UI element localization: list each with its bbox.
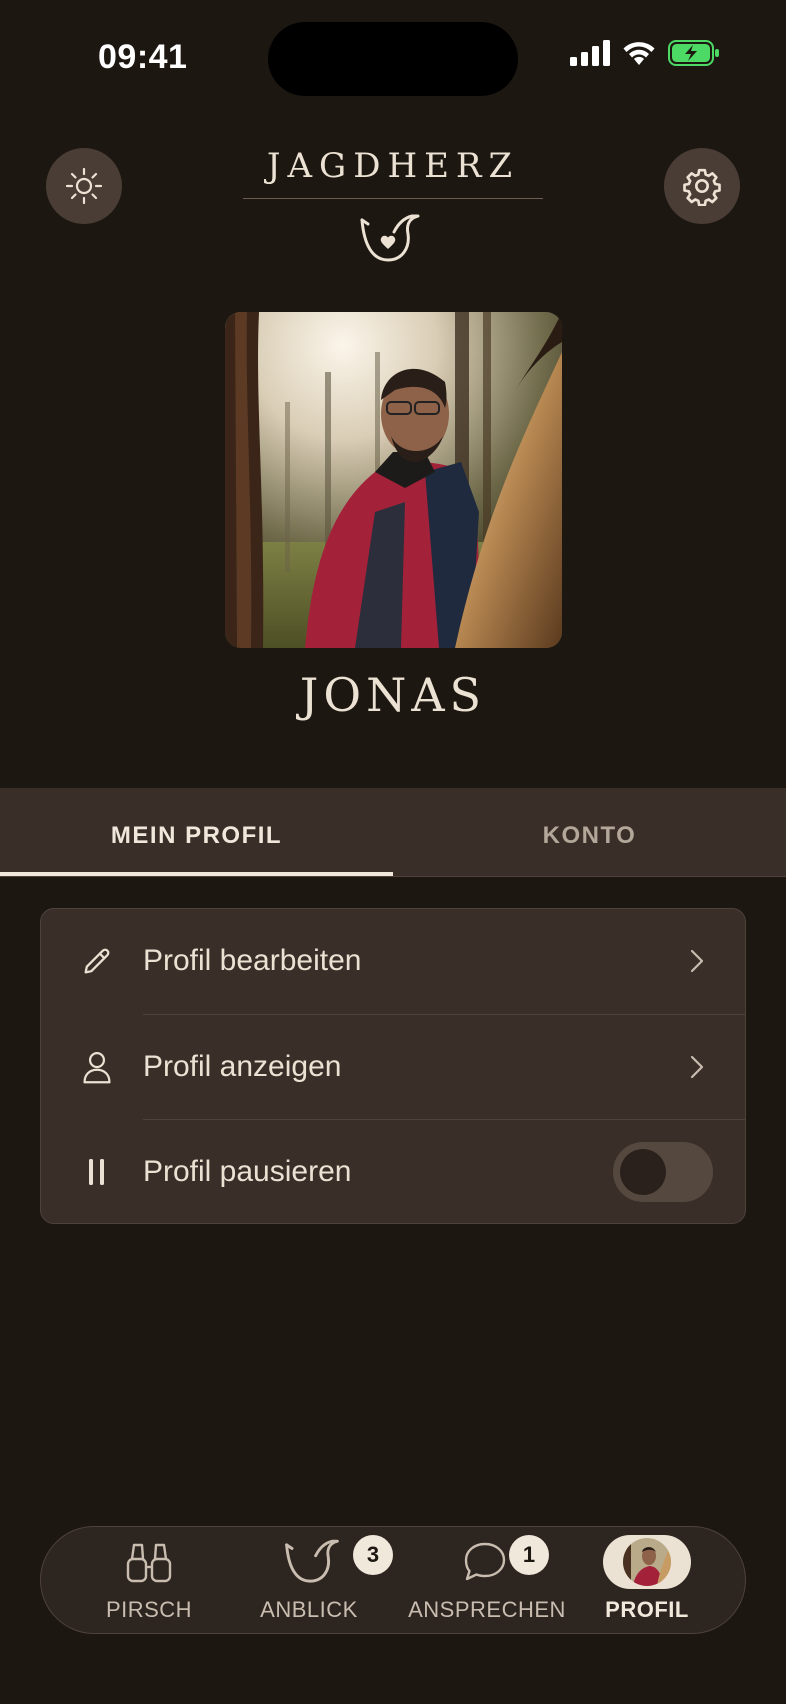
brand-divider: [243, 198, 543, 199]
settings-button[interactable]: [664, 148, 740, 224]
person-icon: [77, 1047, 117, 1087]
bottom-navigation: PIRSCH 3 ANBLICK 1 ANSPRECHEN PROFIL: [40, 1526, 746, 1634]
nav-label: ANSPRECHEN: [408, 1597, 566, 1622]
active-tab-indicator: [0, 872, 393, 876]
cellular-signal-icon: [570, 40, 610, 66]
pencil-icon: [77, 941, 117, 981]
hunting-horn-heart-logo-icon: [360, 214, 420, 262]
chevron-right-icon: [690, 1055, 704, 1079]
gear-icon: [683, 168, 721, 206]
profile-settings-card: Profil bearbeiten Profil anzeigen Profil…: [40, 908, 746, 1224]
wifi-icon: [623, 42, 655, 65]
app-brand-title: JAGDHERZ: [266, 146, 520, 186]
menu-item-label: Profil pausieren: [143, 1155, 352, 1188]
tab-mein-profil[interactable]: MEIN PROFIL: [0, 788, 393, 876]
menu-item-label: Profil anzeigen: [143, 1050, 342, 1083]
chevron-right-icon: [690, 949, 704, 973]
profile-photo-image: [225, 312, 562, 648]
nav-label: PIRSCH: [105, 1597, 193, 1622]
anblick-badge: 3: [353, 1535, 393, 1575]
avatar: [623, 1538, 671, 1586]
toggle-knob: [620, 1149, 666, 1195]
tab-konto[interactable]: KONTO: [393, 788, 786, 876]
profile-tabbar: MEIN PROFIL KONTO: [0, 788, 786, 877]
pause-profile-toggle[interactable]: [613, 1142, 713, 1202]
menu-item-profil-bearbeiten[interactable]: Profil bearbeiten: [41, 909, 745, 1013]
status-icons: [570, 40, 720, 66]
menu-item-profil-pausieren: Profil pausieren: [41, 1120, 745, 1224]
active-nav-pill: [603, 1535, 691, 1589]
pause-icon: [77, 1152, 117, 1192]
binoculars-icon: [126, 1543, 172, 1583]
nav-item-anblick[interactable]: 3 ANBLICK: [239, 1527, 393, 1633]
chat-bubble-icon: [464, 1542, 506, 1581]
menu-item-profil-anzeigen[interactable]: Profil anzeigen: [41, 1015, 745, 1119]
nav-label: PROFIL: [605, 1597, 689, 1622]
horn-icon: [285, 1539, 339, 1583]
sun-icon: [65, 167, 103, 205]
status-time: 09:41: [98, 38, 188, 76]
theme-toggle-button[interactable]: [46, 148, 122, 224]
nav-label: ANBLICK: [260, 1597, 358, 1622]
nav-item-pirsch[interactable]: PIRSCH: [89, 1527, 209, 1633]
menu-item-label: Profil bearbeiten: [143, 944, 362, 977]
dynamic-island: [268, 22, 518, 96]
battery-charging-icon: [668, 40, 719, 66]
ansprechen-badge: 1: [509, 1535, 549, 1575]
profile-photo[interactable]: [225, 312, 562, 648]
nav-item-ansprechen[interactable]: 1 ANSPRECHEN: [407, 1527, 567, 1633]
nav-item-profil[interactable]: PROFIL: [597, 1527, 697, 1633]
profile-name: JONAS: [299, 668, 487, 722]
